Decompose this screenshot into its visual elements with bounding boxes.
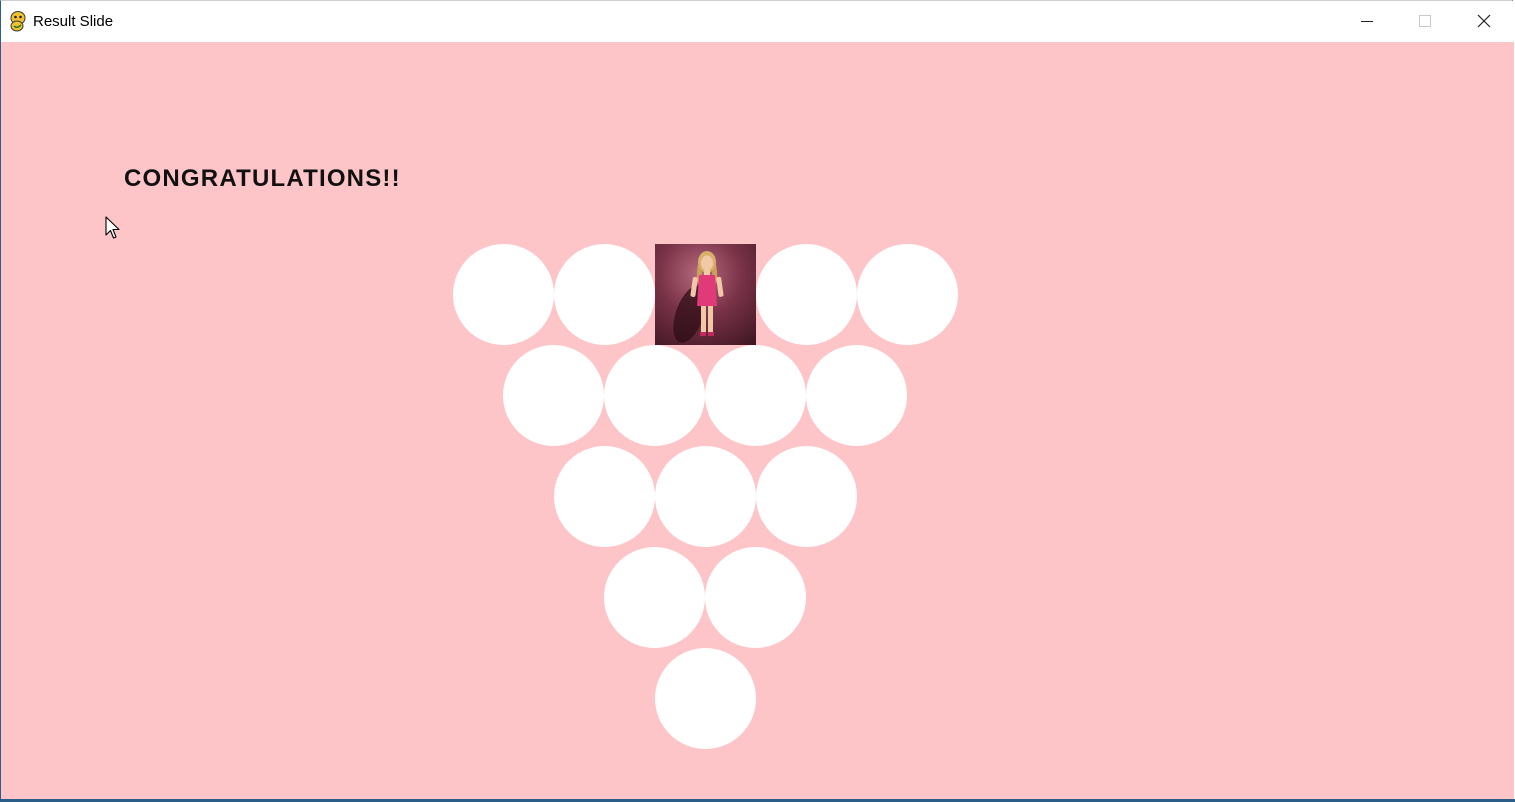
minimize-button[interactable] [1338,1,1396,42]
tile-circle[interactable] [604,547,705,648]
window-title: Result Slide [33,13,114,30]
revealed-doll-image [655,244,756,345]
tile-circle[interactable] [554,244,655,345]
close-icon [1477,14,1491,28]
tile-circle[interactable] [806,345,907,446]
tile-circle[interactable] [655,446,756,547]
maximize-icon [1419,15,1431,27]
tile-circle[interactable] [705,547,806,648]
tile-circle[interactable] [857,244,958,345]
tile-circle[interactable] [554,446,655,547]
tile-circle[interactable] [756,446,857,547]
result-slide-canvas[interactable]: CONGRATULATIONS!! [1,42,1514,800]
title-bar[interactable]: Result Slide [1,1,1514,42]
tile-circle[interactable] [503,345,604,446]
close-button[interactable] [1455,1,1513,42]
tile-circle[interactable] [705,345,806,446]
tile-circle[interactable] [604,345,705,446]
tile-circle[interactable] [655,648,756,749]
congratulations-heading: CONGRATULATIONS!! [124,165,401,192]
app-icon [8,10,28,32]
tile-circle[interactable] [756,244,857,345]
mouse-cursor-icon [105,216,120,239]
maximize-button[interactable] [1396,1,1454,42]
minimize-icon [1361,21,1373,22]
app-window: Result Slide CONGRATULATIONS!! [0,0,1514,800]
tile-circle[interactable] [453,244,554,345]
